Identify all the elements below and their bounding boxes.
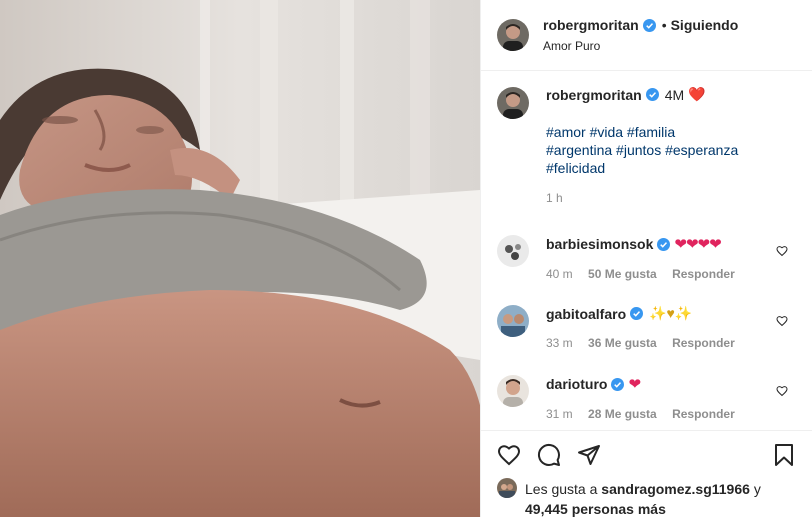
heart-icon[interactable] [497,443,521,467]
likes-summary: Les gusta a sandragomez.sg11966 y 49,445… [481,477,812,517]
reply-button[interactable]: Responder [672,336,735,350]
comment-time: 31 m [546,407,573,421]
bookmark-icon[interactable] [772,443,796,467]
likes-text: Les gusta a sandragomez.sg11966 y 49,445… [525,479,796,517]
likes-prefix: Les gusta a [525,481,598,497]
post-side-panel: robergmoritan • Siguiendo Amor Puro robe… [480,0,812,517]
comment-meta: 33 m 36 Me gusta Responder [546,336,796,350]
comment-text: ✨♥✨ [649,305,693,321]
action-bar [481,430,812,477]
hashtag-line[interactable]: #argentina #juntos #esperanza [546,141,738,159]
verified-badge-icon [630,307,644,320]
comment-item: darioturo ❤ 31 m 28 Me gusta Responder [497,375,796,421]
comment-body: barbiesimonsok ❤❤❤❤ 40 m 50 Me gusta Res… [546,235,796,281]
hashtag-line[interactable]: #felicidad [546,159,738,177]
hashtag-line[interactable]: #amor #vida #familia [546,123,738,141]
comment-text: ❤ [628,376,641,393]
caption-time: 1 h [546,191,563,205]
heart-emoji: ❤️ [688,86,706,102]
comment-icon[interactable] [537,443,561,467]
separator-dot: • [661,17,667,33]
avatar-image [497,87,529,119]
comment-item: barbiesimonsok ❤❤❤❤ 40 m 50 Me gusta Res… [497,235,796,281]
comment-item: gabitoalfaro ✨♥✨ 33 m 36 Me gusta Respon… [497,305,796,350]
comment-username[interactable]: darioturo [546,376,607,392]
caption-avatar[interactable] [497,87,529,119]
avatar-image [497,305,529,337]
photo-illustration [0,0,480,517]
share-icon[interactable] [577,443,601,467]
commenter-avatar[interactable] [497,305,529,337]
caption-inline-text: 4M [664,86,685,103]
comments-area: robergmoritan 4M ❤️ #amor #vida #familia… [481,71,812,430]
liker-username[interactable]: sandragomez.sg11966 [601,481,750,497]
comment-likes[interactable]: 28 Me gusta [588,407,657,421]
avatar-image [497,375,529,407]
comment-text: ❤❤❤❤ [674,236,721,253]
comment-meta: 40 m 50 Me gusta Responder [546,267,796,281]
commenter-avatar[interactable] [497,375,529,407]
verified-badge-icon [611,377,625,391]
post-location[interactable]: Amor Puro [543,39,738,53]
comment-likes[interactable]: 50 Me gusta [588,267,657,281]
avatar-image [497,478,517,498]
verified-badge-icon [657,237,671,251]
like-comment-icon[interactable] [776,315,788,327]
avatar-image [497,19,529,51]
commenter-avatar[interactable] [497,235,529,267]
like-comment-icon[interactable] [776,245,788,257]
header-meta: robergmoritan • Siguiendo Amor Puro [543,17,738,53]
avatar-image [497,235,529,267]
instagram-post: robergmoritan • Siguiendo Amor Puro robe… [0,0,812,517]
following-button[interactable]: Siguiendo [671,17,739,33]
author-username[interactable]: robergmoritan [543,17,639,33]
like-comment-icon[interactable] [776,385,788,397]
liker-avatar[interactable] [497,478,517,498]
reply-button[interactable]: Responder [672,407,735,421]
likes-count[interactable]: 49,445 personas más [525,501,666,517]
reply-button[interactable]: Responder [672,267,735,281]
verified-badge-icon [645,88,659,101]
caption-body: robergmoritan 4M ❤️ #amor #vida #familia… [546,86,738,205]
comment-time: 40 m [546,267,573,281]
comment-body: darioturo ❤ 31 m 28 Me gusta Responder [546,375,796,421]
comment-time: 33 m [546,336,573,350]
comment-likes[interactable]: 36 Me gusta [588,336,657,350]
author-avatar[interactable] [497,19,529,51]
comment-meta: 31 m 28 Me gusta Responder [546,407,796,421]
comment-username[interactable]: barbiesimonsok [546,236,653,252]
post-header: robergmoritan • Siguiendo Amor Puro [481,0,812,71]
hashtags: #amor #vida #familia #argentina #juntos … [546,123,738,177]
likes-conj: y [753,481,761,497]
comment-username[interactable]: gabitoalfaro [546,306,626,322]
caption-username[interactable]: robergmoritan [546,87,642,103]
verified-badge-icon [642,18,656,32]
comment-body: gabitoalfaro ✨♥✨ 33 m 36 Me gusta Respon… [546,305,796,350]
post-photo[interactable] [0,0,480,517]
post-caption: robergmoritan 4M ❤️ #amor #vida #familia… [497,86,796,205]
